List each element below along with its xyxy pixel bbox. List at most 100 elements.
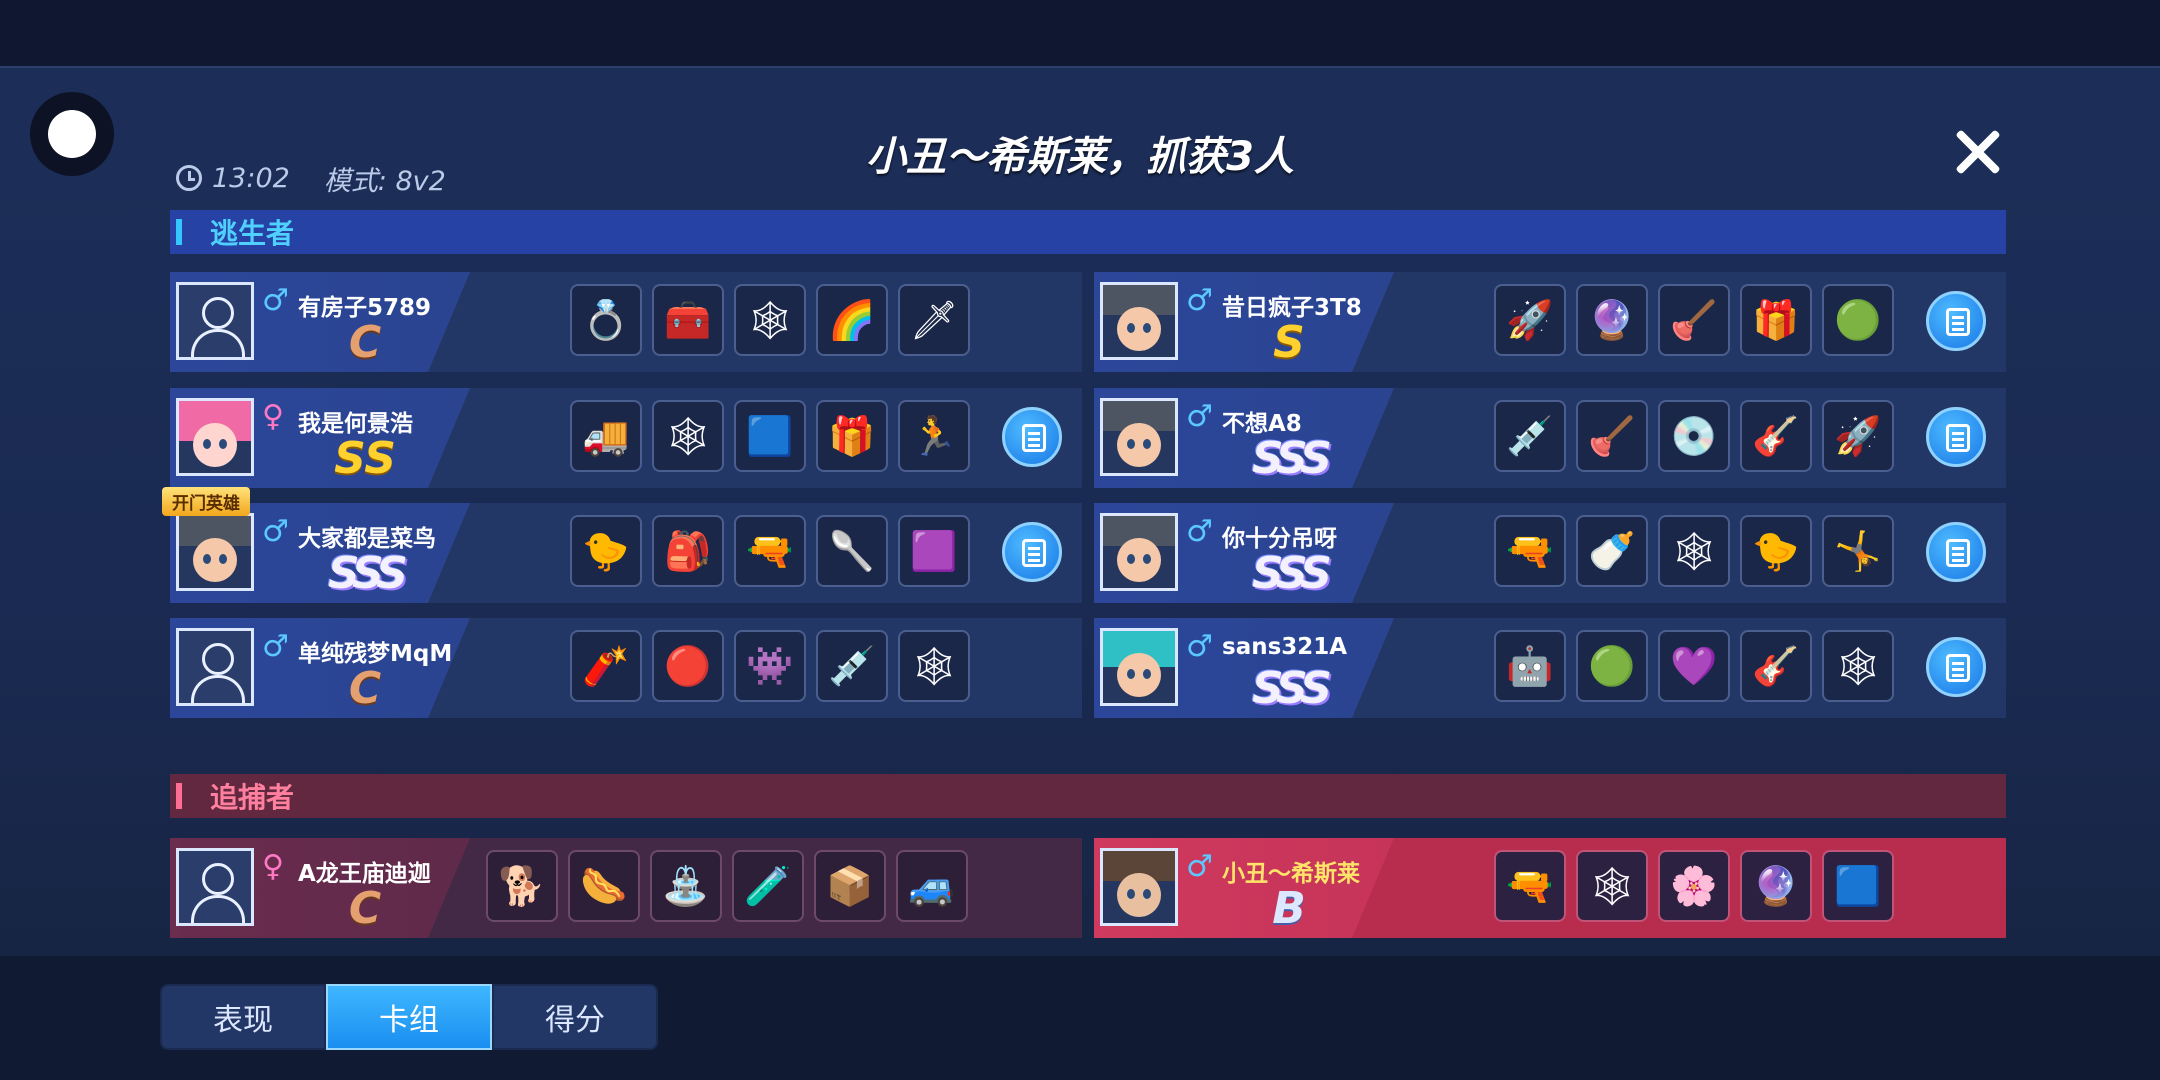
card-slot[interactable]: 🔮 xyxy=(1576,284,1648,356)
card-slot[interactable]: 🥄 xyxy=(816,515,888,587)
card-deck: 🧨 🔴 👾 💉 🕸 xyxy=(570,630,970,702)
card-slot[interactable]: 🔮 xyxy=(1740,850,1812,922)
card-slot[interactable]: 🍼 xyxy=(1576,515,1648,587)
card-slot[interactable]: 🐤 xyxy=(1740,515,1812,587)
document-icon xyxy=(1946,308,1970,336)
detail-button[interactable] xyxy=(1002,407,1062,467)
detail-button[interactable] xyxy=(1926,522,1986,582)
card-slot[interactable]: 🔴 xyxy=(652,630,724,702)
card-slot[interactable]: 💉 xyxy=(816,630,888,702)
card-slot[interactable]: 📦 xyxy=(814,850,886,922)
bottom-tabs: 表现 卡组 得分 xyxy=(160,984,658,1050)
detail-button[interactable] xyxy=(1002,522,1062,582)
card-slot[interactable]: 🌭 xyxy=(568,850,640,922)
card-slot[interactable]: 🟦 xyxy=(734,400,806,472)
result-title: 小丑～希斯莱，抓获3人 xyxy=(866,134,1294,180)
card-slot[interactable]: 💿 xyxy=(1658,400,1730,472)
card-deck: 🐕 🌭 ⛲ 🧪 📦 🚙 xyxy=(486,850,968,922)
card-slot[interactable]: 🟦 xyxy=(1822,850,1894,922)
player-row-e1: ♂ 有房子5789 C 💍 🧰 🕸 🌈 🗡 xyxy=(170,272,1082,372)
male-icon: ♂ xyxy=(1186,514,1213,549)
card-slot[interactable]: 🎁 xyxy=(816,400,888,472)
card-slot[interactable]: 🕸 xyxy=(734,284,806,356)
male-icon: ♂ xyxy=(1186,283,1213,318)
card-slot[interactable]: 🔫 xyxy=(1494,850,1566,922)
card-slot[interactable]: 🤸 xyxy=(1822,515,1894,587)
card-slot[interactable]: 👾 xyxy=(734,630,806,702)
avatar[interactable] xyxy=(176,848,254,926)
card-deck: 💍 🧰 🕸 🌈 🗡 xyxy=(570,284,970,356)
avatar[interactable] xyxy=(176,282,254,360)
close-icon[interactable] xyxy=(1952,126,2004,178)
avatar[interactable] xyxy=(1100,628,1178,706)
avatar[interactable] xyxy=(1100,282,1178,360)
card-slot[interactable]: 🗡 xyxy=(898,284,970,356)
card-slot[interactable]: 🧰 xyxy=(652,284,724,356)
male-icon: ♂ xyxy=(262,514,289,549)
male-icon: ♂ xyxy=(1186,629,1213,664)
player-row-h1: ♀ A龙王庙迪迦 C 🐕 🌭 ⛲ 🧪 📦 🚙 xyxy=(170,838,1082,938)
card-slot[interactable]: 🌸 xyxy=(1658,850,1730,922)
card-slot[interactable]: 🤖 xyxy=(1494,630,1566,702)
section-accent xyxy=(176,783,182,809)
player-name: sans321A xyxy=(1222,634,1348,660)
detail-button[interactable] xyxy=(1926,291,1986,351)
document-icon xyxy=(1946,539,1970,567)
tab-score[interactable]: 得分 xyxy=(492,984,658,1050)
card-slot[interactable]: 🟢 xyxy=(1576,630,1648,702)
card-slot[interactable]: 🕸 xyxy=(1576,850,1648,922)
card-slot[interactable]: 🧨 xyxy=(570,630,642,702)
card-slot[interactable]: 🎸 xyxy=(1740,630,1812,702)
detail-button[interactable] xyxy=(1926,407,1986,467)
card-slot[interactable]: 🐕 xyxy=(486,850,558,922)
male-icon: ♂ xyxy=(1186,849,1213,884)
card-slot[interactable]: 🔫 xyxy=(1494,515,1566,587)
tab-performance[interactable]: 表现 xyxy=(160,984,326,1050)
card-slot[interactable]: 🌈 xyxy=(816,284,888,356)
female-icon: ♀ xyxy=(262,399,284,434)
avatar[interactable] xyxy=(176,628,254,706)
card-slot[interactable]: 🎒 xyxy=(652,515,724,587)
section-escapers-label: 逃生者 xyxy=(210,217,295,250)
document-icon xyxy=(1022,539,1046,567)
detail-button[interactable] xyxy=(1926,637,1986,697)
card-slot[interactable]: 🧪 xyxy=(732,850,804,922)
card-slot[interactable]: 💉 xyxy=(1494,400,1566,472)
card-slot[interactable]: ⛲ xyxy=(650,850,722,922)
floating-assist-button[interactable] xyxy=(30,92,114,176)
card-slot[interactable]: 🟢 xyxy=(1822,284,1894,356)
card-deck: 🔫 🍼 🕸 🐤 🤸 xyxy=(1494,515,1894,587)
avatar[interactable] xyxy=(176,398,254,476)
grade-badge: B xyxy=(1272,883,1306,934)
card-slot[interactable]: 🕸 xyxy=(652,400,724,472)
card-slot[interactable]: 💍 xyxy=(570,284,642,356)
grade-badge: SSS xyxy=(1252,663,1332,714)
card-slot[interactable]: 🟪 xyxy=(898,515,970,587)
card-slot[interactable]: 🪠 xyxy=(1576,400,1648,472)
avatar[interactable] xyxy=(1100,513,1178,591)
tab-deck[interactable]: 卡组 xyxy=(326,984,492,1050)
card-slot[interactable]: 🎁 xyxy=(1740,284,1812,356)
avatar[interactable] xyxy=(176,513,254,591)
card-slot[interactable]: 🕸 xyxy=(1658,515,1730,587)
player-row-e4: ♂ 不想A8 SSS 💉 🪠 💿 🎸 🚀 xyxy=(1094,388,2006,488)
card-slot[interactable]: 🪠 xyxy=(1658,284,1730,356)
card-deck: 🚀 🔮 🪠 🎁 🟢 xyxy=(1494,284,1894,356)
card-slot[interactable]: 🎸 xyxy=(1740,400,1812,472)
card-slot[interactable]: 💜 xyxy=(1658,630,1730,702)
avatar[interactable] xyxy=(1100,398,1178,476)
card-slot[interactable]: 🚙 xyxy=(896,850,968,922)
player-row-e8: ♂ sans321A SSS 🤖 🟢 💜 🎸 🕸 xyxy=(1094,618,2006,718)
card-slot[interactable]: 🐤 xyxy=(570,515,642,587)
card-slot[interactable]: 🚀 xyxy=(1822,400,1894,472)
card-slot[interactable]: 🔫 xyxy=(734,515,806,587)
card-deck: 🚚 🕸 🟦 🎁 🏃 xyxy=(570,400,970,472)
card-slot[interactable]: 🕸 xyxy=(898,630,970,702)
top-bar xyxy=(0,0,2160,66)
card-slot[interactable]: 🚚 xyxy=(570,400,642,472)
card-slot[interactable]: 🏃 xyxy=(898,400,970,472)
avatar[interactable] xyxy=(1100,848,1178,926)
card-slot[interactable]: 🚀 xyxy=(1494,284,1566,356)
section-accent xyxy=(176,219,182,245)
card-slot[interactable]: 🕸 xyxy=(1822,630,1894,702)
